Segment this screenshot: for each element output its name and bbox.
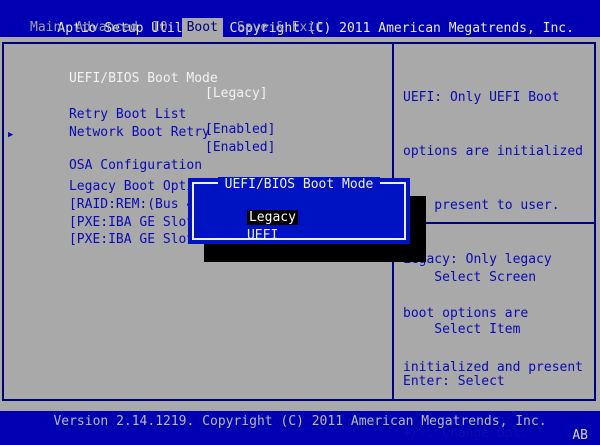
legend-line: Enter: Select (403, 374, 505, 390)
key-legend-panel: Select Screen Select Item Enter: Select … (403, 234, 591, 445)
option-label: UEFI/BIOS Boot Mode (68, 71, 218, 86)
tab-io[interactable]: IO (152, 18, 168, 37)
legend-line: Select Screen (403, 269, 537, 285)
tab-advanced[interactable]: Advanced (75, 18, 138, 37)
help-line: and present to user. (403, 198, 560, 213)
menu-bar: Main Advanced IO Boot Save & Exit (0, 18, 600, 37)
popup-option-label: UEFI (246, 228, 279, 243)
help-line: options are initialized (403, 144, 584, 159)
submenu-arrow-icon: ▶ (8, 130, 14, 140)
popup-option-uefi[interactable]: UEFI (200, 213, 278, 258)
boot-mode-popup: UEFI/BIOS Boot Mode Legacy UEFI (188, 177, 410, 244)
title-bar: Aptio Setup Utility - Copyright (C) 2011… (0, 0, 600, 36)
popup-title: UEFI/BIOS Boot Mode (188, 177, 410, 192)
legend-line: +/-: Change Opt. (403, 426, 529, 442)
tab-save-exit[interactable]: Save & Exit (237, 18, 323, 37)
tab-main[interactable]: Main (30, 18, 61, 37)
tab-boot[interactable]: Boot (181, 18, 223, 37)
legend-line: Select Item (403, 322, 521, 338)
help-line: UEFI: Only UEFI Boot (403, 90, 560, 105)
bios-setup-screen: Aptio Setup Utility - Copyright (C) 2011… (0, 0, 600, 445)
